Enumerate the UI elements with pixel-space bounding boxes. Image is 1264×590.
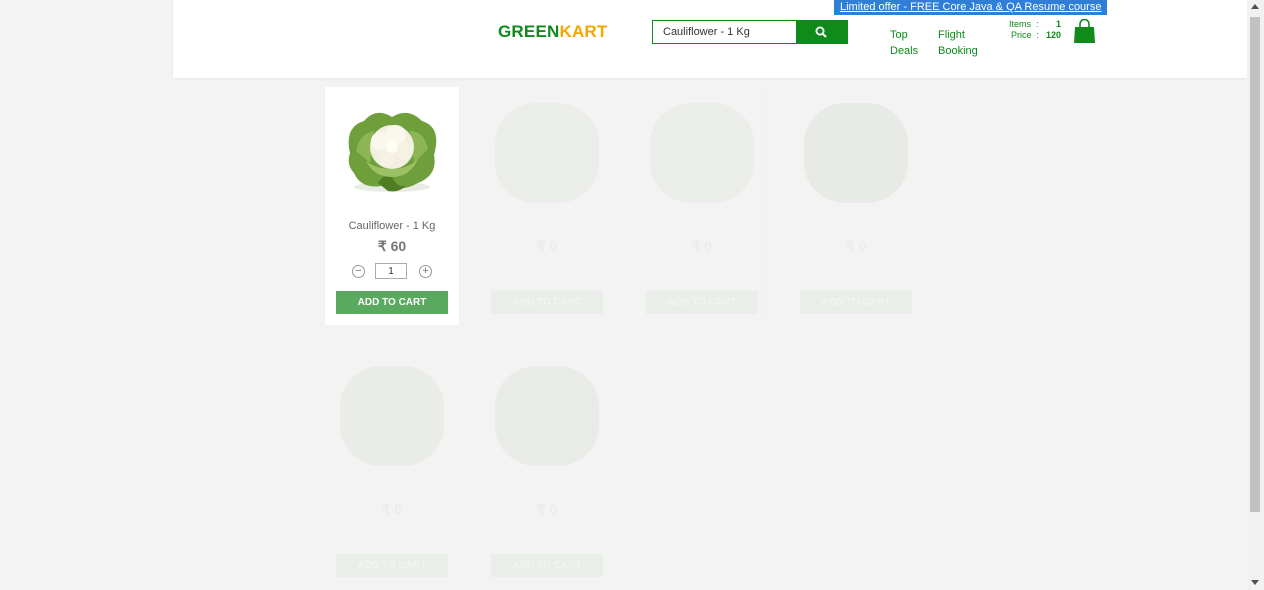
product-price: ₹ 0 <box>536 238 558 254</box>
logo-green-text: GREEN <box>498 22 560 41</box>
product-card: ₹ 0 ADD TO CART <box>480 350 614 588</box>
cart-price-value: 120 <box>1045 30 1061 40</box>
product-price: ₹ 0 <box>845 238 867 254</box>
product-image <box>495 103 599 203</box>
quantity-stepper: − + <box>351 263 433 280</box>
scroll-down-arrow-icon[interactable] <box>1251 580 1259 585</box>
search-button[interactable] <box>796 20 848 44</box>
nav-flight-booking-line1: Flight <box>938 29 965 41</box>
add-to-cart-button[interactable]: ADD TO CART <box>491 554 603 577</box>
add-to-cart-button[interactable]: ADD TO CART <box>336 291 448 314</box>
product-name: Cauliflower - 1 Kg <box>348 220 436 232</box>
product-image <box>650 103 754 203</box>
product-card: ₹ 0 ADD TO CART <box>789 87 923 325</box>
add-to-cart-button[interactable]: ADD TO CART <box>800 291 912 314</box>
nav-top-deals[interactable]: Top Deals <box>890 27 918 59</box>
promo-banner-link[interactable]: Limited offer - FREE Core Java & QA Resu… <box>834 0 1108 15</box>
shopping-bag-icon <box>1074 18 1095 43</box>
brand-logo[interactable]: GREENKART <box>498 22 607 42</box>
nav-flight-booking-line2: Booking <box>938 45 978 57</box>
product-card: Cauliflower - 1 Kg ₹ 60 − + ADD TO CART <box>325 87 459 325</box>
product-card: ₹ 0 ADD TO CART <box>325 350 459 588</box>
search-icon <box>815 26 827 38</box>
nav-flight-booking[interactable]: Flight Booking <box>938 27 978 59</box>
product-image <box>340 366 444 466</box>
search-input[interactable] <box>652 20 796 44</box>
add-to-cart-button[interactable]: ADD TO CART <box>646 291 758 314</box>
nav-top-deals-line1: Top <box>890 29 908 41</box>
scrollbar-thumb[interactable] <box>1250 17 1260 512</box>
increment-button[interactable]: + <box>419 265 432 278</box>
product-price: ₹ 0 <box>536 501 558 517</box>
logo-kart-text: KART <box>559 22 608 41</box>
scroll-up-arrow-icon[interactable] <box>1251 4 1259 9</box>
cart-items-count: 1 <box>1055 19 1061 29</box>
quantity-input[interactable] <box>375 263 407 279</box>
vertical-scrollbar[interactable] <box>1247 0 1264 590</box>
product-card: ₹ 0 ADD TO CART <box>480 87 614 325</box>
add-to-cart-button[interactable]: ADD TO CART <box>336 554 448 577</box>
decrement-button[interactable]: − <box>352 265 365 278</box>
product-price: ₹ 60 <box>377 238 407 254</box>
cart-summary: Items : 1 Price : 120 <box>1009 19 1061 41</box>
product-price: ₹ 0 <box>381 501 403 517</box>
cart-price-label: Price : <box>1011 30 1040 40</box>
product-card: ₹ 0 ADD TO CART <box>635 87 769 325</box>
cauliflower-image <box>348 112 437 192</box>
product-price: ₹ 0 <box>691 238 713 254</box>
nav-top-deals-line2: Deals <box>890 45 919 57</box>
product-image <box>804 103 908 203</box>
add-to-cart-button[interactable]: ADD TO CART <box>491 291 603 314</box>
cart-items-label: Items : <box>1009 19 1039 29</box>
cart-button[interactable] <box>1073 18 1096 49</box>
product-image <box>495 366 599 466</box>
